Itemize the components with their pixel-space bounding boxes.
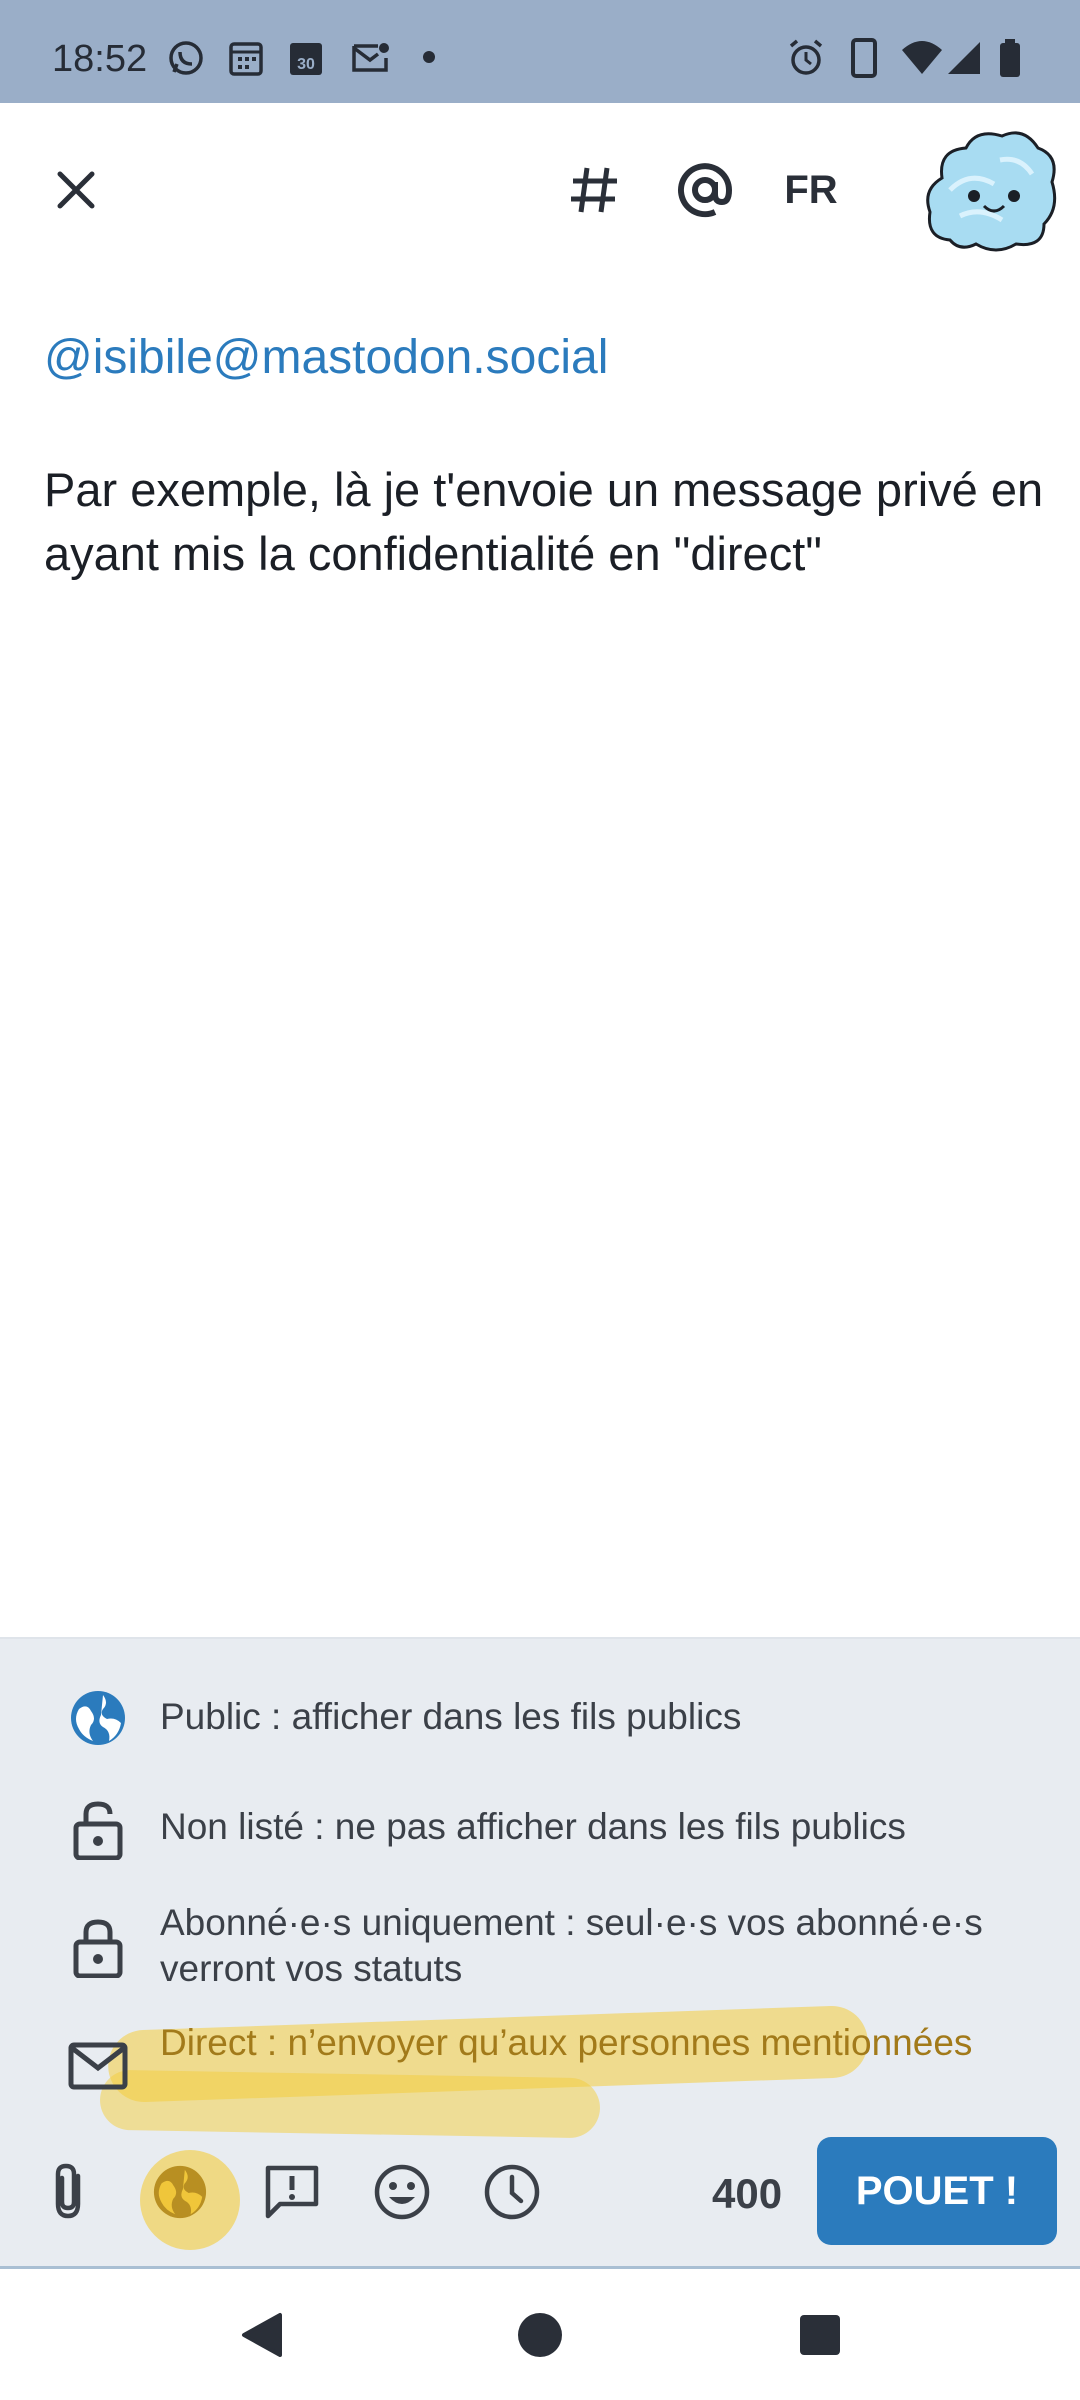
nav-back-button[interactable] bbox=[232, 2305, 292, 2365]
visibility-option-direct[interactable]: Direct : n’envoyer qu’aux personnes ment… bbox=[0, 2020, 1080, 2116]
home-circle-icon bbox=[518, 2313, 562, 2357]
visibility-option-followers[interactable]: Abonné·e·s uniquement : seul·e·s vos abo… bbox=[0, 1900, 1080, 1996]
content-warning-button[interactable] bbox=[260, 2160, 324, 2224]
visibility-option-label: Abonné·e·s uniquement : seul·e·s vos abo… bbox=[160, 1902, 983, 1989]
recents-square-icon bbox=[800, 2315, 840, 2355]
signal-icon bbox=[946, 38, 984, 83]
attach-media-button[interactable] bbox=[38, 2160, 102, 2224]
svg-text:30: 30 bbox=[297, 56, 315, 73]
status-bar: 18:52 30 bbox=[0, 0, 1080, 103]
back-triangle-icon bbox=[242, 2313, 282, 2357]
globe-icon bbox=[153, 2165, 207, 2219]
unlock-icon bbox=[66, 1798, 130, 1862]
calendar-icon bbox=[228, 38, 264, 83]
language-button[interactable]: FR bbox=[776, 158, 846, 222]
nav-home-button[interactable] bbox=[510, 2305, 570, 2365]
character-counter: 400 bbox=[712, 2170, 783, 2217]
visibility-option-label: Public : afficher dans les fils publics bbox=[160, 1696, 742, 1737]
visibility-option-label: Direct : n’envoyer qu’aux personnes ment… bbox=[160, 2022, 973, 2063]
wifi-icon bbox=[900, 38, 944, 83]
whatsapp-icon bbox=[166, 38, 206, 83]
mail-notification-icon bbox=[350, 38, 390, 83]
compose-text-area[interactable]: Par exemple, là je t'envoie un message p… bbox=[44, 458, 1044, 586]
visibility-button[interactable] bbox=[148, 2160, 212, 2224]
nav-recents-button[interactable] bbox=[790, 2305, 850, 2365]
status-time: 18:52 bbox=[52, 38, 148, 80]
visibility-option-unlisted[interactable]: Non listé : ne pas afficher dans les fil… bbox=[0, 1800, 1080, 1860]
hashtag-icon bbox=[571, 167, 617, 213]
close-icon bbox=[57, 171, 95, 209]
schedule-button[interactable] bbox=[480, 2160, 544, 2224]
avatar[interactable] bbox=[920, 120, 1060, 260]
alarm-icon bbox=[786, 38, 826, 83]
mention-button[interactable] bbox=[670, 158, 740, 222]
paperclip-icon bbox=[55, 2163, 81, 2219]
at-icon bbox=[678, 163, 733, 218]
publish-button[interactable]: POUET ! bbox=[817, 2137, 1057, 2245]
visibility-option-public[interactable]: Public : afficher dans les fils publics bbox=[0, 1690, 1080, 1750]
battery-icon bbox=[998, 38, 1022, 83]
mention-text[interactable]: @isibile@mastodon.social bbox=[44, 330, 608, 385]
notification-dot-icon bbox=[422, 50, 436, 69]
calendar-date-icon: 30 bbox=[288, 38, 324, 83]
content-warning-icon bbox=[265, 2165, 319, 2219]
visibility-option-label: Non listé : ne pas afficher dans les fil… bbox=[160, 1806, 906, 1847]
phone-vibrate-icon bbox=[850, 38, 878, 83]
hashtag-button[interactable] bbox=[560, 158, 630, 222]
emoji-button[interactable] bbox=[370, 2160, 434, 2224]
envelope-icon bbox=[66, 2034, 130, 2098]
clock-icon bbox=[484, 2164, 540, 2220]
emoji-icon bbox=[374, 2164, 430, 2220]
globe-icon bbox=[66, 1686, 130, 1750]
lock-icon bbox=[66, 1916, 130, 1980]
close-button[interactable] bbox=[46, 160, 106, 220]
